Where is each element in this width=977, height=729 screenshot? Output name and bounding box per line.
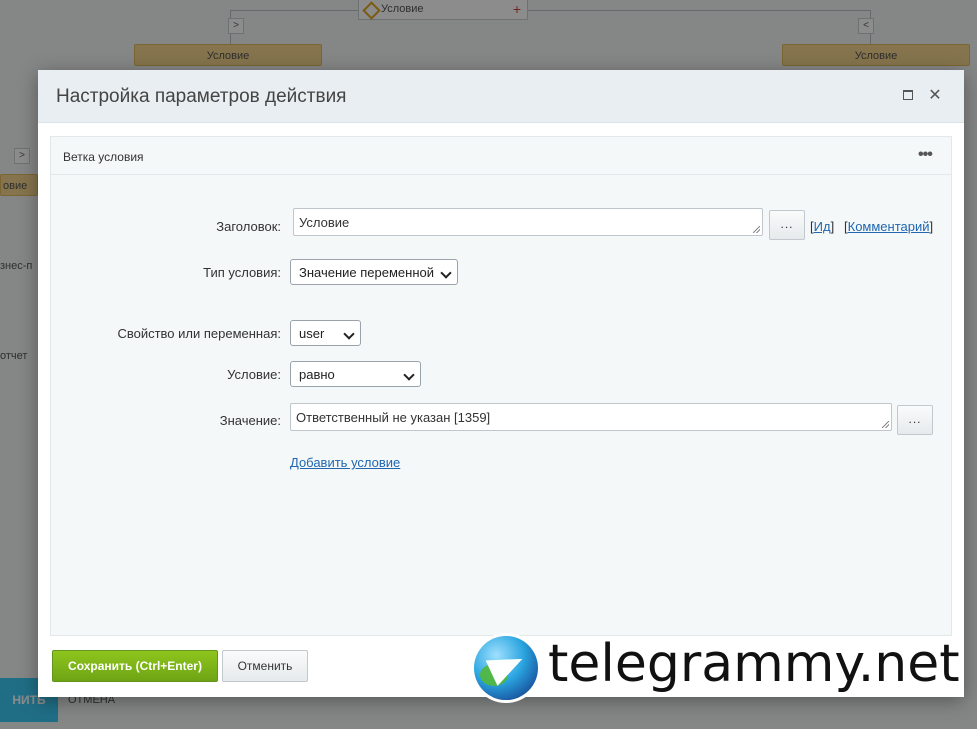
chevron-down-icon [440,267,452,279]
condition-label: Условие: [227,367,281,382]
value-label: Значение: [219,413,281,428]
condition-value: равно [299,367,335,382]
save-button[interactable]: Сохранить (Ctrl+Enter) [52,650,218,682]
property-label: Свойство или переменная: [117,326,281,341]
watermark: telegrammy.net [474,634,974,704]
value-input[interactable]: Ответственный не указан [1359] [290,403,892,431]
comment-link[interactable]: Комментарий [848,219,930,234]
chevron-down-icon [343,328,355,340]
value-input-value: Ответственный не указан [1359] [296,410,491,425]
id-link-wrapper: [Ид] [810,219,835,234]
title-picker-button[interactable]: ... [769,210,805,240]
telegram-logo-icon [474,636,538,700]
condition-branch-panel: Ветка условия ••• Заголовок: Условие ...… [50,136,952,636]
condition-type-label: Тип условия: [203,265,281,280]
resize-grip-icon[interactable] [753,226,760,233]
panel-header: Ветка условия ••• [51,137,951,175]
more-options-icon[interactable]: ••• [918,146,933,164]
value-picker-button[interactable]: ... [897,405,933,435]
panel-title: Ветка условия [63,150,144,164]
comment-link-wrapper: [Комментарий] [844,219,934,234]
chevron-down-icon [403,369,415,381]
title-input[interactable]: Условие [293,208,763,236]
maximize-icon[interactable] [900,88,916,104]
property-value: user [299,326,325,341]
title-input-value: Условие [299,215,350,230]
condition-select[interactable]: равно [290,361,421,387]
close-icon[interactable]: ✕ [927,88,943,104]
watermark-text: telegrammy.net [548,634,960,694]
id-link[interactable]: Ид [814,219,831,234]
add-condition-link[interactable]: Добавить условие [290,455,400,470]
condition-type-select[interactable]: Значение переменной [290,259,458,285]
cancel-button[interactable]: Отменить [222,650,308,682]
action-settings-dialog: Настройка параметров действия ✕ Ветка ус… [38,70,964,697]
condition-type-value: Значение переменной [299,265,435,280]
title-label: Заголовок: [216,219,281,234]
property-select[interactable]: user [290,320,361,346]
dialog-title: Настройка параметров действия [56,86,347,107]
resize-grip-icon[interactable] [882,421,889,428]
dialog-header: Настройка параметров действия ✕ [38,70,964,123]
